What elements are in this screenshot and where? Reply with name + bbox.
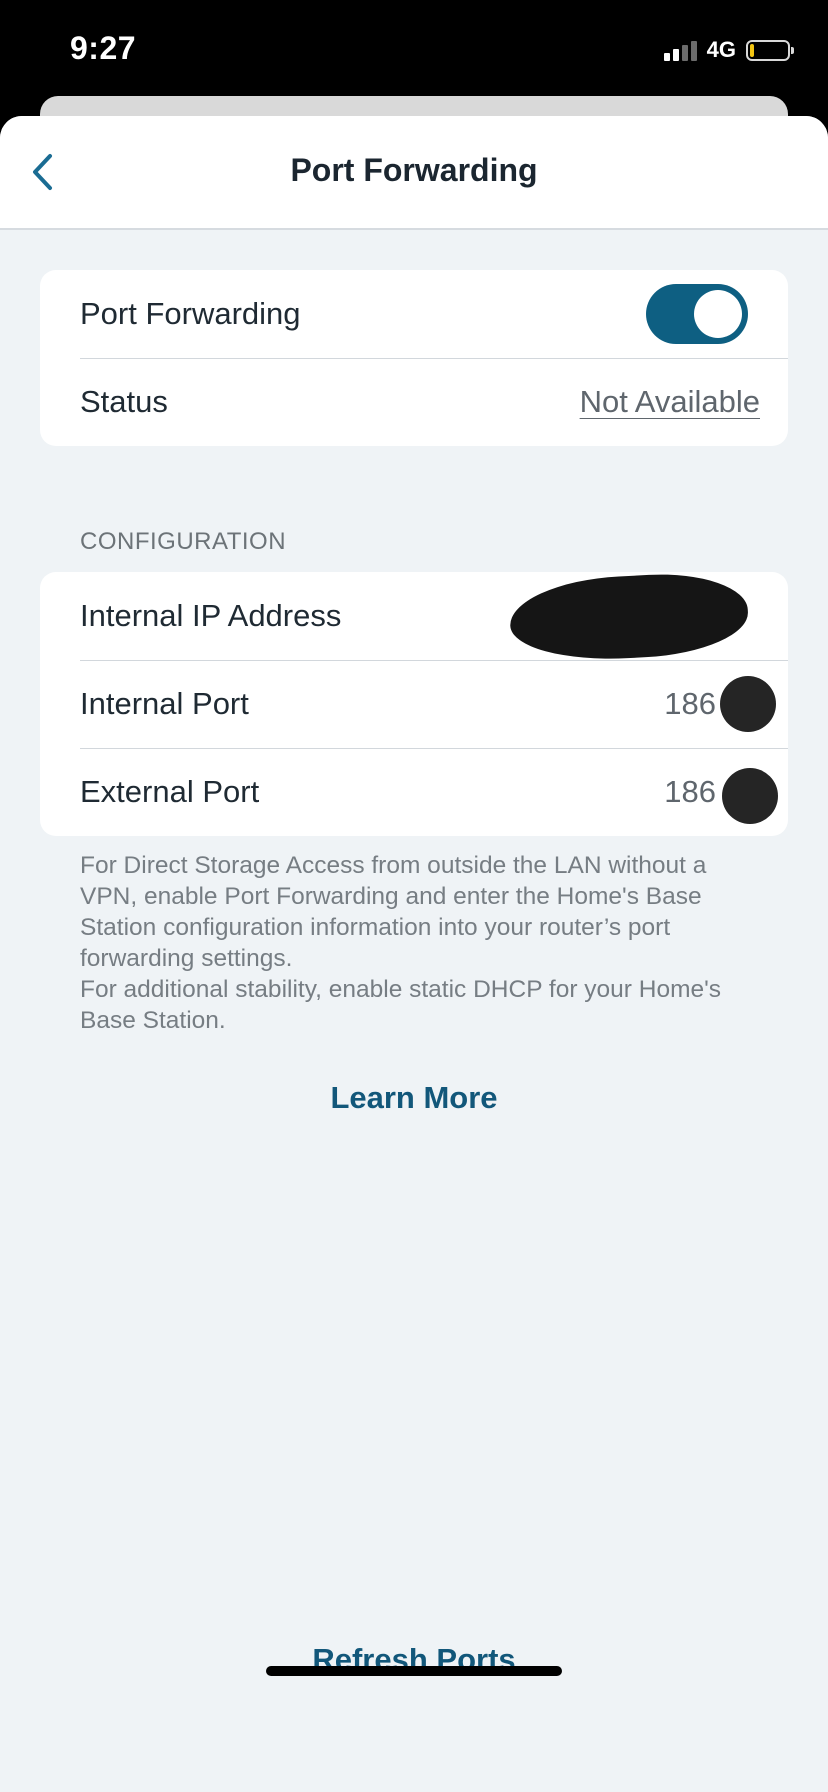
redacted-ip-value [508, 569, 750, 665]
navigation-bar: Port Forwarding [0, 116, 828, 230]
status-time: 9:27 [70, 30, 137, 66]
configuration-footnote: For Direct Storage Access from outside t… [80, 850, 760, 1036]
status-bar: 9:27 4G [0, 0, 828, 110]
internal-port-row: Internal Port 186 [40, 660, 788, 748]
internal-ip-row: Internal IP Address [40, 569, 788, 665]
redaction-mark [722, 768, 778, 824]
status-indicators: 4G [663, 36, 794, 64]
toggle-knob [694, 290, 742, 338]
external-port-label: External Port [80, 774, 260, 809]
status-label: Status [80, 384, 168, 419]
status-value-link[interactable]: Not Available [580, 384, 760, 420]
port-forwarding-toggle[interactable] [646, 284, 748, 344]
internal-ip-label: Internal IP Address [80, 598, 342, 633]
home-indicator[interactable] [266, 1666, 562, 1676]
internal-port-label: Internal Port [80, 686, 249, 721]
port-forwarding-row: Port Forwarding [40, 270, 788, 358]
network-type: 4G [706, 37, 736, 62]
footnote-line-2: For additional stability, enable static … [80, 976, 722, 1034]
port-forwarding-screen: Port Forwarding Port Forwarding Status N… [0, 116, 828, 1792]
external-port-value: 186 [664, 774, 716, 809]
internal-port-value: 186 [664, 686, 716, 721]
footnote-line-1: For Direct Storage Access from outside t… [80, 852, 707, 972]
cellular-signal-icon [663, 39, 697, 61]
port-forwarding-label: Port Forwarding [80, 296, 301, 331]
learn-more-link[interactable]: Learn More [0, 1080, 828, 1116]
page-title: Port Forwarding [290, 152, 538, 188]
redaction-mark [720, 676, 776, 732]
external-port-row: External Port 186 [40, 748, 788, 836]
configuration-card: Internal IP Address Internal Port 186 Ex… [40, 569, 788, 836]
configuration-header: CONFIGURATION [80, 528, 287, 555]
port-forwarding-card: Port Forwarding Status Not Available [40, 270, 788, 446]
status-row: Status Not Available [40, 358, 788, 446]
battery-icon [746, 39, 794, 61]
